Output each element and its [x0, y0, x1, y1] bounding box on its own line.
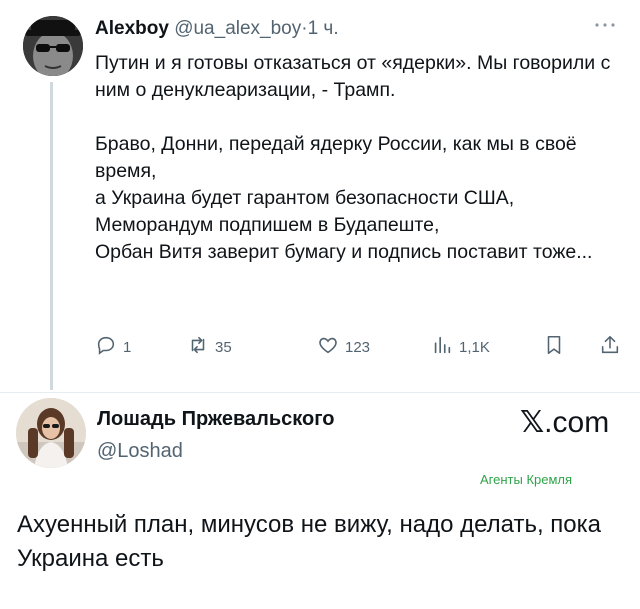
tweet-text: Путин и я готовы отказаться от «ядерки».… — [95, 50, 615, 293]
tweet-paragraph: Путин и я готовы отказаться от «ядерки».… — [95, 52, 611, 101]
author-name[interactable]: Alexboy — [95, 18, 169, 39]
bookmark-button[interactable] — [543, 334, 565, 360]
x-logo-icon: 𝕏 — [520, 405, 545, 440]
x-com-text: .com — [544, 406, 610, 439]
tweet-header: Alexboy @ua_alex_boy·1 ч. — [95, 18, 339, 40]
caption-text: Ахуенный план, минусов не вижу, надо дел… — [17, 511, 602, 572]
views-button[interactable]: 1,1K — [431, 334, 490, 360]
tweet-paragraph: Браво, Донни, передай ядерку России, как… — [95, 133, 593, 263]
share-icon — [599, 334, 621, 360]
repost-name[interactable]: Лошадь Пржевальского — [97, 408, 334, 431]
tweet-actions: 1 35 123 1,1K — [95, 334, 625, 362]
reply-count: 1 — [123, 338, 132, 356]
author-handle[interactable]: @ua_alex_boy — [174, 18, 301, 39]
views-icon — [431, 334, 453, 360]
like-count: 123 — [345, 338, 371, 356]
like-button[interactable]: 123 — [317, 334, 370, 360]
more-icon[interactable] — [594, 14, 616, 35]
thread-line — [50, 82, 53, 390]
bookmark-icon — [543, 334, 565, 360]
like-icon — [317, 334, 339, 360]
repost-handle[interactable]: @Loshad — [97, 440, 183, 463]
retweet-icon — [187, 334, 209, 360]
watermark: Агенты Кремля — [480, 472, 573, 487]
tweet-time[interactable]: 1 ч. — [308, 18, 339, 39]
retweet-button[interactable]: 35 — [187, 334, 232, 360]
author-avatar[interactable] — [23, 16, 83, 76]
repost-avatar[interactable] — [16, 398, 86, 468]
views-count: 1,1K — [459, 338, 490, 356]
divider — [0, 392, 640, 393]
reply-icon — [95, 334, 117, 360]
share-button[interactable] — [599, 334, 621, 360]
reply-button[interactable]: 1 — [95, 334, 131, 360]
x-com-logo: 𝕏.com — [520, 405, 609, 440]
retweet-count: 35 — [215, 338, 232, 356]
